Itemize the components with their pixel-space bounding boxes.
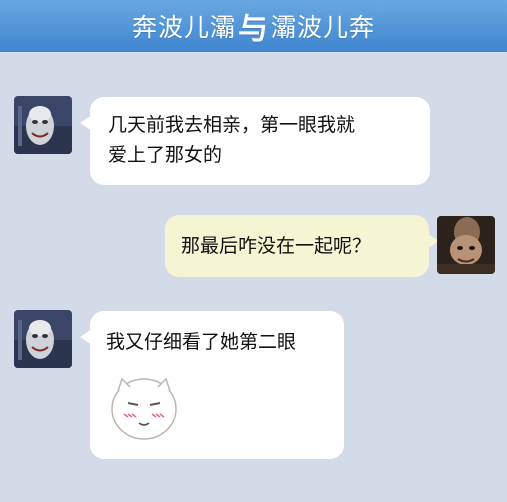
fish-demon-avatar-icon bbox=[437, 216, 495, 274]
message-text-line: 爱上了那女的 bbox=[108, 144, 223, 166]
fish-demon-avatar-icon bbox=[14, 310, 72, 368]
bubble-tail bbox=[80, 115, 92, 131]
fish-demon-avatar-icon bbox=[14, 96, 72, 154]
bubble-tail bbox=[80, 329, 92, 345]
title-left: 奔波儿灞 bbox=[131, 13, 236, 42]
blushing-face-sticker-icon[interactable] bbox=[106, 369, 182, 445]
title-right: 灞波儿奔 bbox=[271, 13, 376, 42]
message-text: 那最后咋没在一起呢？ bbox=[181, 235, 372, 257]
message-bubble-3[interactable]: 我又仔细看了她第二眼 bbox=[80, 311, 344, 459]
avatar-bobo[interactable] bbox=[14, 310, 72, 368]
avatar-bobo[interactable] bbox=[14, 96, 72, 154]
message-text-line: 几天前我去相亲，第一眼我就 bbox=[108, 114, 356, 136]
message-bubble-2[interactable]: 那最后咋没在一起呢？ bbox=[165, 215, 439, 277]
chat-title-bar: 奔波儿灞 与 灞波儿奔 bbox=[0, 0, 507, 52]
message-bubble-1[interactable]: 几天前我去相亲，第一眼我就 爱上了那女的 bbox=[80, 97, 430, 185]
message-text: 我又仔细看了她第二眼 bbox=[106, 331, 297, 353]
avatar-babo[interactable] bbox=[437, 216, 495, 274]
title-mid: 与 bbox=[238, 12, 269, 47]
